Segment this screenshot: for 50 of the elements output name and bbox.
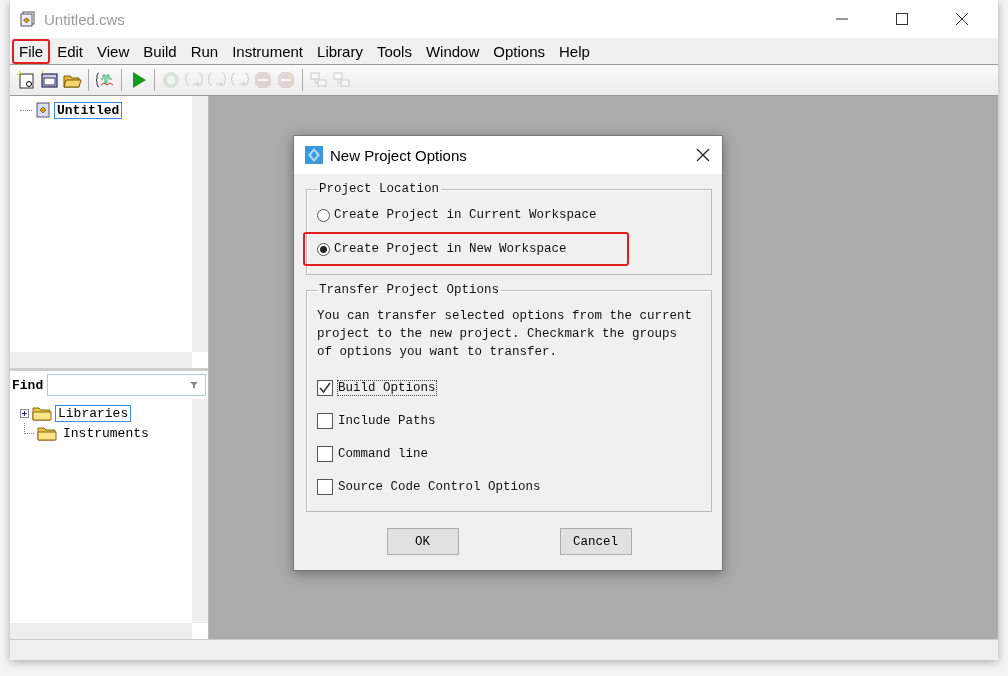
- horizontal-scrollbar[interactable]: [10, 623, 192, 639]
- checkbox[interactable]: [317, 478, 333, 495]
- checkbox[interactable]: [317, 379, 333, 396]
- menu-item[interactable]: Instrument: [225, 38, 311, 64]
- radio-option[interactable]: Create Project in Current Workspace: [303, 198, 629, 232]
- new-panel-icon[interactable]: [39, 70, 59, 90]
- group-title: Transfer Project Options: [318, 283, 501, 297]
- menu-item[interactable]: Library: [310, 38, 370, 64]
- checkbox-label[interactable]: Source Code Control Options: [337, 478, 542, 495]
- filter-icon[interactable]: [189, 380, 199, 390]
- group-title: Project Location: [318, 182, 441, 196]
- menu-item[interactable]: Run: [183, 38, 226, 64]
- horizontal-scrollbar[interactable]: [10, 352, 192, 368]
- folder-icon: [37, 425, 57, 441]
- menu-item[interactable]: Help: [552, 38, 597, 64]
- expand-toggle[interactable]: [20, 408, 29, 418]
- close-icon[interactable]: [956, 13, 968, 25]
- description-text: You can transfer selected options from the current project to the new project. Checkmark the groups of options you want to transfer.: [317, 308, 694, 361]
- checkbox-label[interactable]: Include Paths: [337, 412, 437, 429]
- checkbox[interactable]: [317, 445, 333, 462]
- find-field[interactable]: [47, 374, 206, 396]
- radio-option[interactable]: Create Project in New Workspace: [303, 232, 629, 266]
- menu-item[interactable]: Tools: [369, 38, 419, 64]
- menu-item[interactable]: Window: [418, 38, 487, 64]
- menu-item[interactable]: Build: [136, 38, 184, 64]
- menu-item[interactable]: Edit: [50, 38, 91, 64]
- checkbox-label[interactable]: Command line: [337, 445, 429, 462]
- close-icon[interactable]: [696, 148, 710, 162]
- checkbox-label[interactable]: Build Options: [337, 379, 437, 396]
- maximize-icon[interactable]: [896, 13, 908, 25]
- find-label: Find: [12, 377, 44, 393]
- cancel-button[interactable]: Cancel: [559, 528, 632, 555]
- ok-button[interactable]: OK: [386, 528, 459, 555]
- tree-item[interactable]: Untitled: [54, 101, 123, 119]
- workspace-icon: [35, 102, 51, 118]
- menu-item[interactable]: Options: [486, 38, 552, 64]
- vertical-scrollbar[interactable]: [192, 399, 208, 623]
- checkbox[interactable]: [317, 412, 333, 429]
- vertical-scrollbar[interactable]: [192, 96, 208, 352]
- folder-icon: [32, 405, 52, 421]
- menu-item[interactable]: File: [12, 38, 51, 64]
- menu-item[interactable]: View: [90, 38, 137, 64]
- dialog-title: New Project Options: [330, 146, 467, 164]
- new-source-icon[interactable]: [16, 70, 36, 90]
- window-title: Untitled.cws: [44, 10, 125, 28]
- tree-item[interactable]: Libraries: [55, 404, 132, 422]
- workspace-icon: [20, 11, 36, 27]
- app-icon: [304, 145, 324, 165]
- tree-item[interactable]: Instruments: [60, 424, 152, 442]
- waveform-icon[interactable]: [95, 70, 115, 90]
